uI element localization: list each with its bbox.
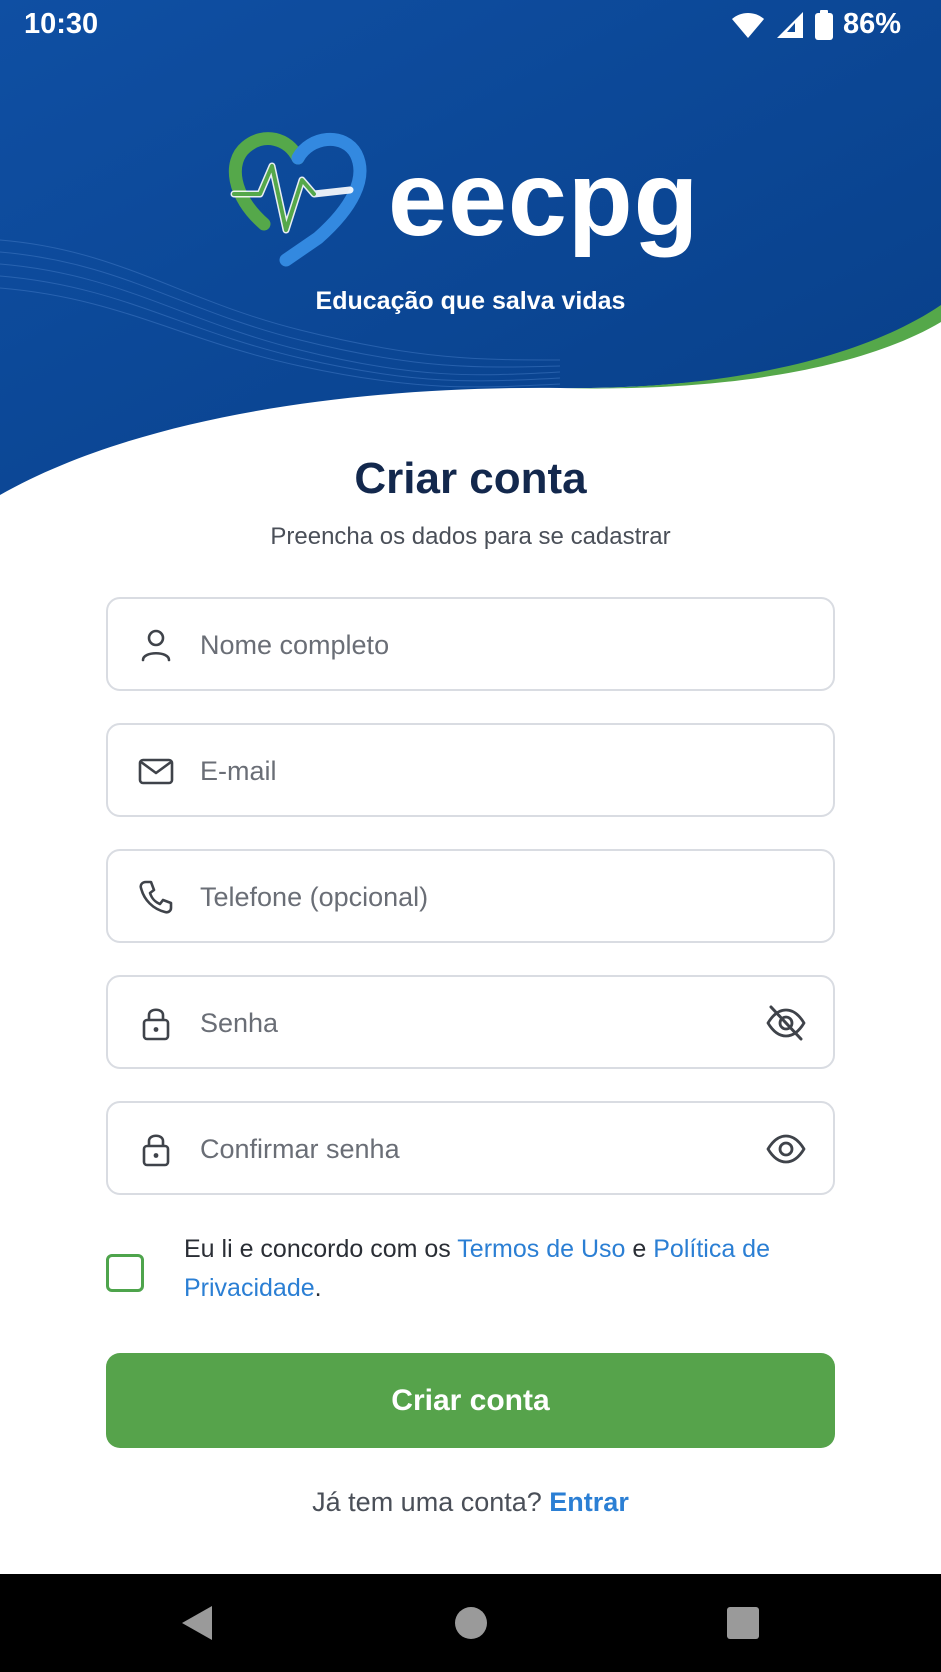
login-prompt: Já tem uma conta? [312, 1487, 542, 1517]
status-time: 10:30 [24, 8, 99, 40]
back-icon[interactable] [176, 1602, 218, 1644]
status-icons: 86% [731, 8, 901, 41]
system-navigation-bar [0, 1574, 941, 1672]
status-bar: 10:30 86% [0, 0, 941, 54]
lock-icon [142, 1008, 170, 1041]
eye-off-icon[interactable] [765, 1003, 807, 1043]
brand-tagline: Educação que salva vidas [315, 287, 626, 315]
wifi-icon [731, 11, 765, 39]
name-input[interactable] [200, 621, 730, 669]
name-field[interactable] [106, 597, 835, 691]
cell-signal-icon [775, 11, 805, 39]
terms-text: Eu li e concordo com os Termos de Uso e … [184, 1230, 804, 1308]
mail-icon [138, 758, 174, 785]
battery-icon [814, 9, 833, 40]
terms-joiner: e [632, 1235, 647, 1263]
terms-checkbox[interactable] [106, 1254, 144, 1292]
terms-agreement: Eu li e concordo com os Termos de Uso e … [106, 1230, 835, 1310]
heart-pulse-logo-icon [228, 132, 367, 267]
terms-suffix: . [314, 1274, 322, 1302]
login-link[interactable]: Entrar [549, 1487, 629, 1517]
terms-prefix: Eu li e concordo com os [184, 1235, 451, 1263]
phone-input[interactable] [200, 873, 730, 921]
eye-icon[interactable] [765, 1129, 807, 1169]
page-title: Criar conta [354, 454, 587, 503]
terms-of-use-link[interactable]: Termos de Uso [457, 1235, 625, 1263]
lock-icon [142, 1134, 170, 1167]
password-field[interactable] [106, 975, 835, 1069]
brand-name: eecpg [388, 140, 700, 258]
create-account-button[interactable]: Criar conta [106, 1353, 835, 1448]
phone-icon [139, 880, 173, 914]
confirm-password-field[interactable] [106, 1101, 835, 1195]
person-icon [141, 629, 171, 662]
confirm-password-input[interactable] [200, 1125, 730, 1173]
login-prompt-row: Já tem uma conta? Entrar [0, 1487, 941, 1518]
email-input[interactable] [200, 747, 730, 795]
home-icon[interactable] [450, 1602, 492, 1644]
email-field[interactable] [106, 723, 835, 817]
phone-field[interactable] [106, 849, 835, 943]
password-input[interactable] [200, 999, 730, 1047]
battery-percentage: 86% [842, 8, 901, 40]
page-subtitle: Preencha os dados para se cadastrar [270, 523, 671, 550]
recents-icon[interactable] [722, 1602, 764, 1644]
brand-logo: eecpg [226, 132, 706, 272]
